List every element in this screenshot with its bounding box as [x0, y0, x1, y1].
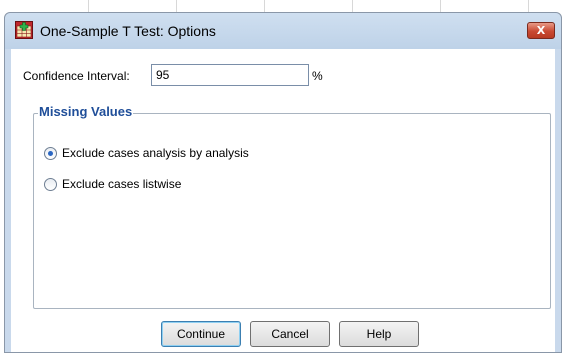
dialog-body: Confidence Interval: % Missing Values Ex… [11, 49, 555, 352]
grid-line [264, 0, 265, 12]
background-spreadsheet-grid [0, 0, 562, 12]
radio-label: Exclude cases analysis by analysis [62, 146, 249, 160]
grid-line [176, 0, 177, 12]
close-button[interactable]: X [527, 22, 555, 39]
dialog-title: One-Sample T Test: Options [40, 23, 216, 39]
grid-line [440, 0, 441, 12]
title-bar[interactable]: One-Sample T Test: Options X [5, 13, 561, 49]
options-dialog: One-Sample T Test: Options X Confidence … [4, 12, 562, 353]
confidence-interval-input[interactable] [151, 64, 309, 86]
grid-line [528, 0, 529, 12]
missing-values-legend: Missing Values [38, 104, 134, 119]
percent-unit-label: % [312, 69, 323, 83]
radio-selected-icon[interactable] [44, 146, 57, 160]
radio-exclude-analysis-by-analysis[interactable]: Exclude cases analysis by analysis [44, 146, 249, 160]
radio-exclude-listwise[interactable]: Exclude cases listwise [44, 177, 181, 191]
grid-line [88, 0, 89, 12]
radio-label: Exclude cases listwise [62, 177, 182, 191]
continue-button[interactable]: Continue [161, 321, 241, 347]
spss-app-icon [15, 21, 33, 39]
missing-values-group [33, 113, 551, 309]
radio-unselected-icon[interactable] [44, 177, 57, 191]
cancel-button[interactable]: Cancel [250, 321, 330, 347]
confidence-interval-label: Confidence Interval: [23, 69, 130, 83]
grid-line [352, 0, 353, 12]
help-button[interactable]: Help [339, 321, 419, 347]
close-icon: X [536, 24, 546, 37]
